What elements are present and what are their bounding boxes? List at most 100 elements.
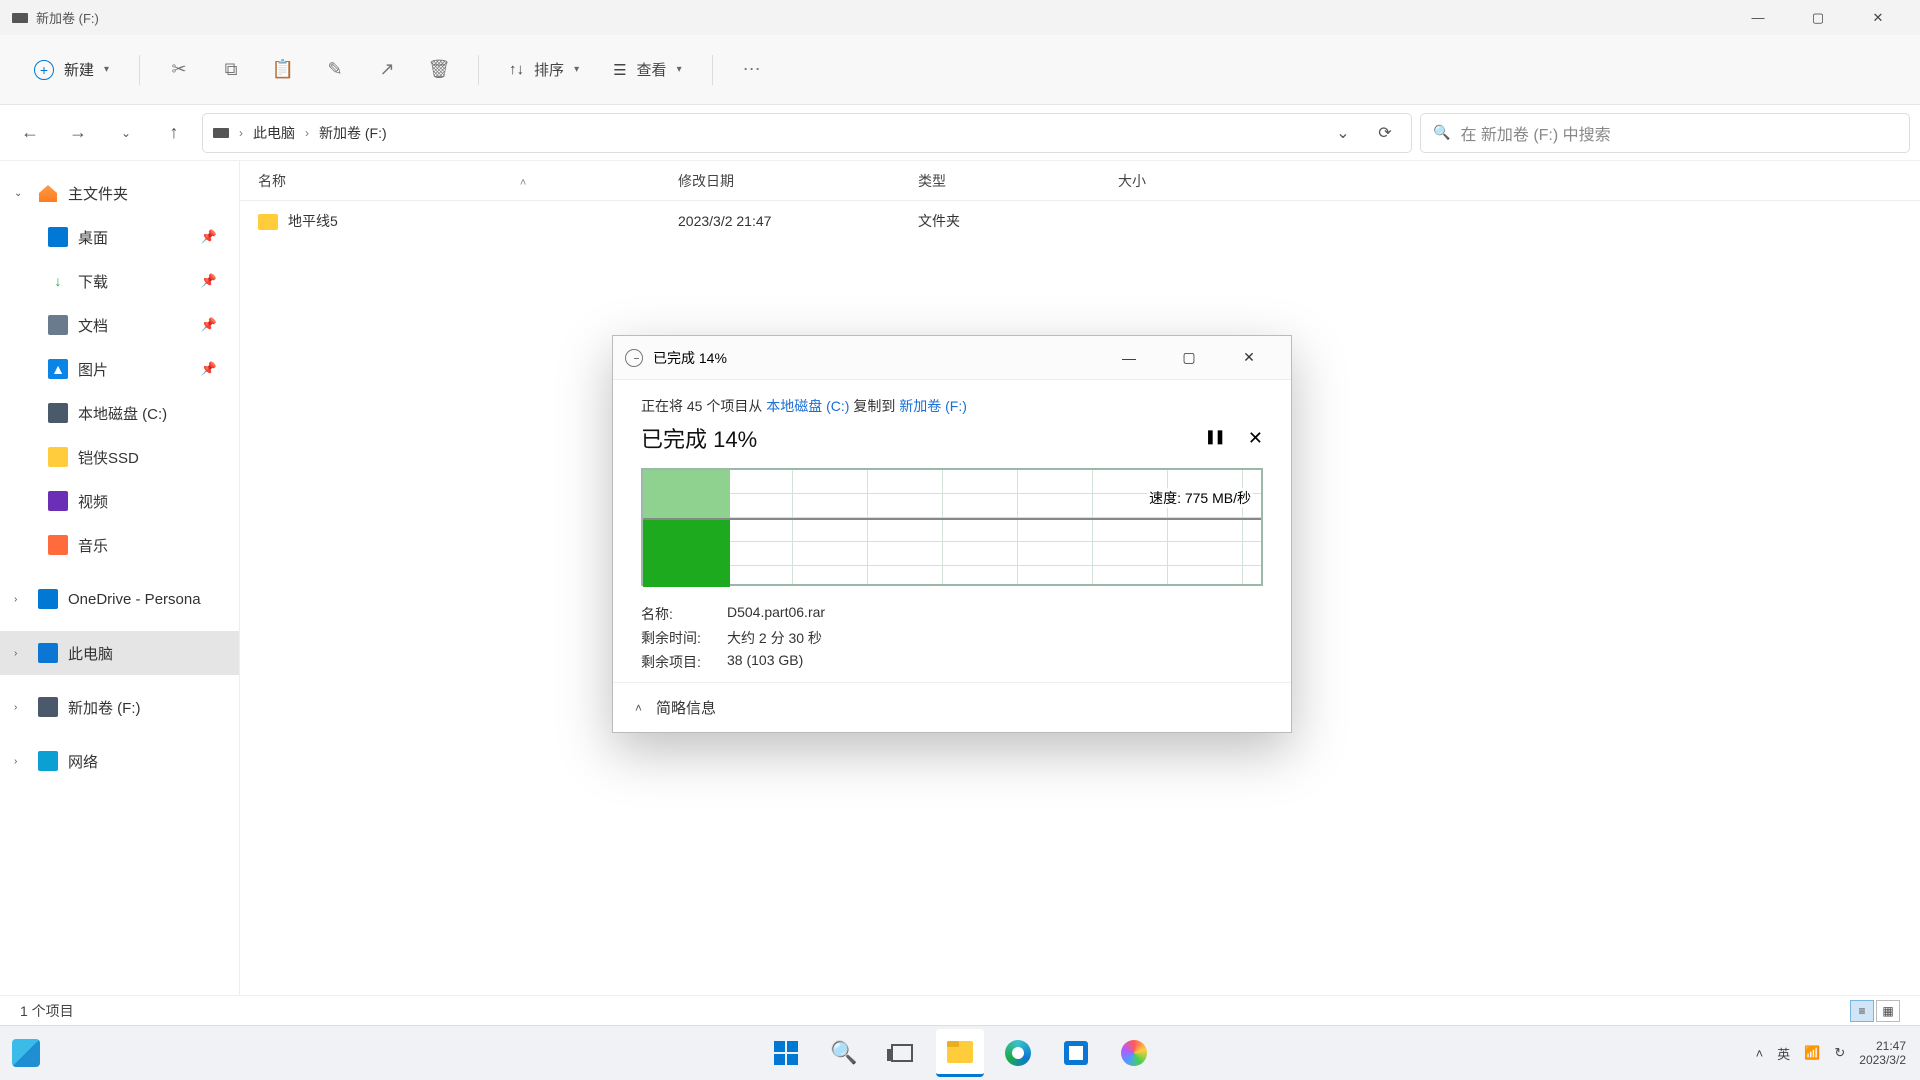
- delete-button[interactable]: 🗑: [420, 51, 458, 89]
- wifi-icon[interactable]: 📶: [1804, 1045, 1820, 1061]
- back-button[interactable]: ←: [10, 113, 50, 153]
- sidebar-videos[interactable]: 视频: [0, 479, 239, 523]
- minimize-button[interactable]: —: [1728, 2, 1788, 34]
- dialog-titlebar: 已完成 14% — ▢ ✕: [613, 336, 1291, 380]
- start-button[interactable]: [762, 1029, 810, 1077]
- recent-button[interactable]: ⌄: [106, 113, 146, 153]
- dest-link[interactable]: 新加卷 (F:): [899, 398, 967, 414]
- copy-button[interactable]: ⧉: [212, 51, 250, 89]
- window-title: 新加卷 (F:): [36, 8, 99, 27]
- column-type[interactable]: 类型: [900, 171, 1100, 191]
- edge-button[interactable]: [994, 1029, 1042, 1077]
- pause-button[interactable]: ❚❚: [1204, 428, 1223, 449]
- close-button[interactable]: ✕: [1848, 2, 1908, 34]
- collapse-label: 简略信息: [656, 697, 716, 718]
- up-button[interactable]: ↑: [154, 113, 194, 153]
- breadcrumb-drive[interactable]: 新加卷 (F:): [319, 123, 387, 143]
- speed-label: 速度: 775 MB/秒: [1147, 488, 1253, 508]
- sidebar-label: 音乐: [78, 535, 108, 556]
- copy-dialog: 已完成 14% — ▢ ✕ 正在将 45 个项目从 本地磁盘 (C:) 复制到 …: [612, 335, 1292, 733]
- sidebar-desktop[interactable]: 桌面 📌: [0, 215, 239, 259]
- sidebar: ⌄ 主文件夹 桌面 📌 ↓ 下载 📌 文档 📌 ▲ 图片 📌 本地磁盘 (C:): [0, 161, 240, 995]
- file-date: 2023/3/2 21:47: [660, 213, 900, 229]
- sidebar-label: 网络: [68, 751, 98, 772]
- sidebar-localdisk[interactable]: 本地磁盘 (C:): [0, 391, 239, 435]
- cloud-icon: [38, 589, 58, 609]
- time: 21:47: [1859, 1039, 1906, 1053]
- file-row[interactable]: 地平线5 2023/3/2 21:47 文件夹: [240, 201, 1920, 241]
- share-button[interactable]: ↗: [368, 51, 406, 89]
- document-icon: [48, 315, 68, 335]
- chart-fill-bottom: [643, 520, 730, 587]
- rename-button[interactable]: ✎: [316, 51, 354, 89]
- chevron-right-icon: ›: [14, 756, 28, 767]
- more-button[interactable]: ⋯: [733, 51, 771, 89]
- network-icon: [38, 751, 58, 771]
- taskview-button[interactable]: [878, 1029, 926, 1077]
- ime-indicator[interactable]: 英: [1777, 1044, 1790, 1063]
- icons-view-button[interactable]: ▦: [1876, 1000, 1900, 1022]
- source-link[interactable]: 本地磁盘 (C:): [766, 398, 849, 414]
- dialog-close-button[interactable]: ✕: [1219, 340, 1279, 376]
- sidebar-music[interactable]: 音乐: [0, 523, 239, 567]
- drive-icon: [213, 128, 229, 138]
- column-size[interactable]: 大小: [1100, 171, 1240, 191]
- sidebar-home[interactable]: ⌄ 主文件夹: [0, 171, 239, 215]
- view-button[interactable]: ☰ 查看 ▾: [603, 53, 692, 86]
- details-view-button[interactable]: ≡: [1850, 1000, 1874, 1022]
- column-name[interactable]: 名称 ˄: [240, 171, 660, 191]
- sidebar-onedrive[interactable]: › OneDrive - Persona: [0, 577, 239, 621]
- column-date[interactable]: 修改日期: [660, 171, 900, 191]
- sidebar-network[interactable]: › 网络: [0, 739, 239, 783]
- cut-button[interactable]: ✂: [160, 51, 198, 89]
- time-label: 剩余时间:: [641, 628, 721, 648]
- sync-icon[interactable]: ↻: [1834, 1045, 1845, 1061]
- tray-overflow-button[interactable]: ˄: [1756, 1046, 1764, 1061]
- item-count: 1 个项目: [20, 1001, 74, 1021]
- toolbar: + 新建 ▾ ✂ ⧉ 📋 ✎ ↗ 🗑 ↑↓ 排序 ▾ ☰ 查看 ▾ ⋯: [0, 35, 1920, 105]
- search-button[interactable]: 🔍: [820, 1029, 868, 1077]
- paint-button[interactable]: [1110, 1029, 1158, 1077]
- cancel-button[interactable]: ✕: [1248, 428, 1263, 449]
- dialog-minimize-button[interactable]: —: [1099, 340, 1159, 376]
- chevron-down-icon: ▾: [104, 64, 109, 75]
- sidebar-kioxia[interactable]: 铠侠SSD: [0, 435, 239, 479]
- sort-button[interactable]: ↑↓ 排序 ▾: [499, 53, 589, 86]
- status-bar: 1 个项目 ≡ ▦: [0, 995, 1920, 1025]
- store-button[interactable]: [1052, 1029, 1100, 1077]
- sidebar-label: 新加卷 (F:): [68, 697, 141, 718]
- maximize-button[interactable]: ▢: [1788, 2, 1848, 34]
- desktop-icon: [48, 227, 68, 247]
- address-dropdown[interactable]: ⌄: [1327, 117, 1359, 149]
- breadcrumb-thispc[interactable]: 此电脑: [253, 123, 295, 143]
- sort-label: 排序: [534, 59, 564, 80]
- copy-description: 正在将 45 个项目从 本地磁盘 (C:) 复制到 新加卷 (F:): [641, 396, 1263, 416]
- chart-midline: [643, 518, 1261, 520]
- sidebar-documents[interactable]: 文档 📌: [0, 303, 239, 347]
- search-box[interactable]: 🔍 在 新加卷 (F:) 中搜索: [1420, 113, 1910, 153]
- refresh-button[interactable]: ⟳: [1369, 117, 1401, 149]
- sidebar-newvol[interactable]: › 新加卷 (F:): [0, 685, 239, 729]
- sidebar-pictures[interactable]: ▲ 图片 📌: [0, 347, 239, 391]
- drive-icon: [38, 697, 58, 717]
- forward-button[interactable]: →: [58, 113, 98, 153]
- name-value: D504.part06.rar: [727, 604, 825, 624]
- explorer-button[interactable]: [936, 1029, 984, 1077]
- dialog-footer[interactable]: ˄ 简略信息: [613, 682, 1291, 732]
- explorer-icon: [947, 1041, 973, 1063]
- progress-label: 已完成 14%: [641, 422, 757, 454]
- paste-button[interactable]: 📋: [264, 51, 302, 89]
- sidebar-label: 图片: [78, 359, 108, 380]
- new-button[interactable]: + 新建 ▾: [24, 53, 119, 86]
- widgets-button[interactable]: [12, 1039, 40, 1067]
- drive-icon: [12, 13, 28, 23]
- clock[interactable]: 21:47 2023/3/2: [1859, 1039, 1906, 1068]
- address-bar[interactable]: › 此电脑 › 新加卷 (F:) ⌄ ⟳: [202, 113, 1412, 153]
- sidebar-label: 铠侠SSD: [78, 447, 139, 468]
- date: 2023/3/2: [1859, 1053, 1906, 1067]
- dialog-maximize-button[interactable]: ▢: [1159, 340, 1219, 376]
- taskbar: 🔍 ˄ 英 📶 ↻ 21:47 2023/3/2: [0, 1025, 1920, 1080]
- sidebar-downloads[interactable]: ↓ 下载 📌: [0, 259, 239, 303]
- sidebar-thispc[interactable]: › 此电脑: [0, 631, 239, 675]
- chevron-right-icon: ›: [239, 126, 243, 140]
